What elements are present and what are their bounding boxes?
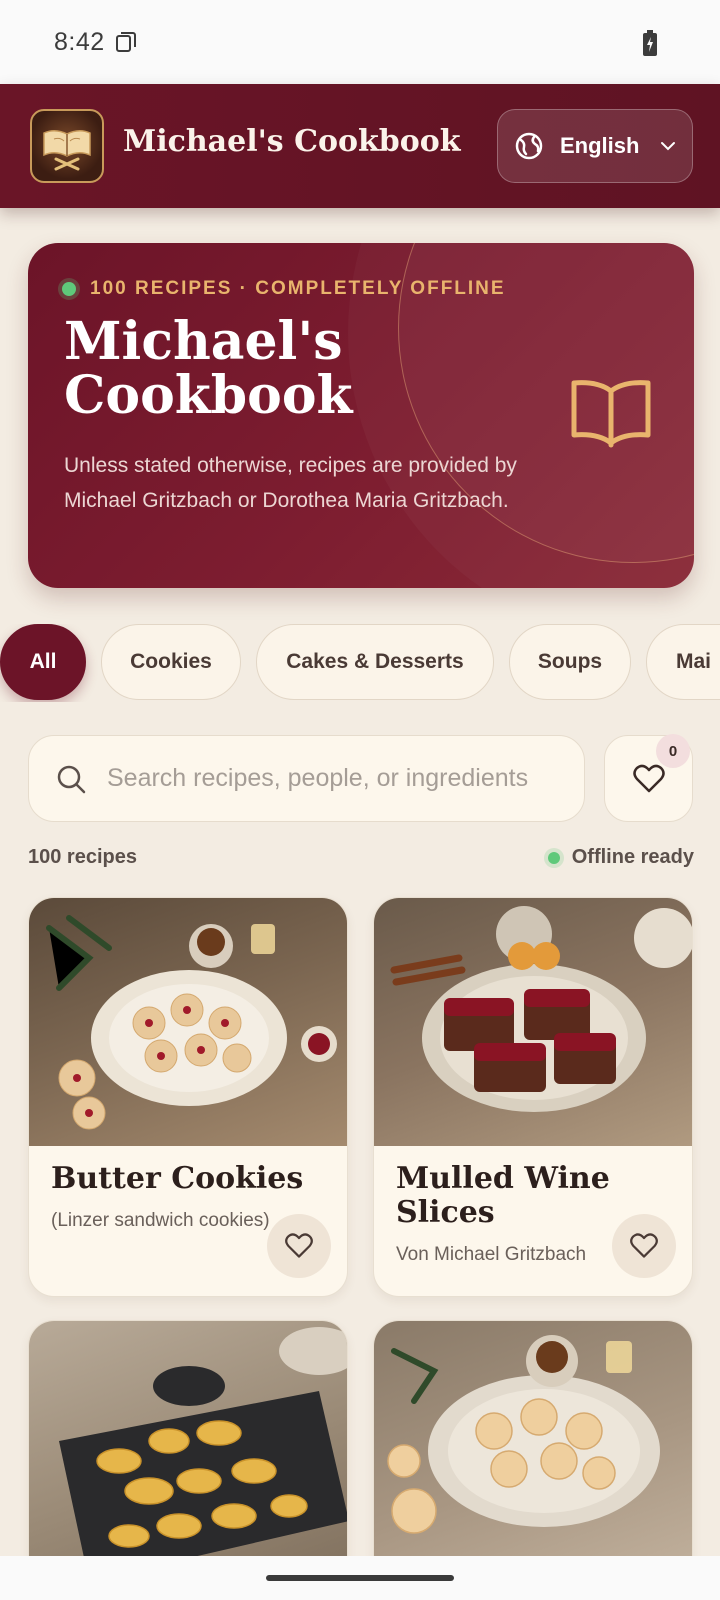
chip-cookies[interactable]: Cookies [101,624,241,700]
open-book-icon [571,380,651,448]
battery-icon [643,30,657,56]
hero-banner: 100 RECIPES · COMPLETELY OFFLINE Michael… [28,243,694,588]
hero-title: Michael's Cookbook [64,311,353,426]
chip-all[interactable]: All [0,624,86,700]
app-title: Michael's Cookbook [123,124,461,159]
favorite-toggle[interactable] [612,1214,676,1278]
chip-cakes-desserts[interactable]: Cakes & Desserts [256,624,494,700]
online-dot-icon [547,851,560,864]
recipe-count: 100 recipes [28,846,137,868]
search-icon [57,765,86,793]
hero-badge-text: 100 RECIPES · COMPLETELY OFFLINE [90,278,506,299]
hero-badge: 100 RECIPES · COMPLETELY OFFLINE [62,278,506,300]
category-chips: All Cookies Cakes & Desserts Soups Mai [0,624,720,702]
recipe-image-butter-cookies [29,898,347,1146]
recipe-title: Butter Cookies [51,1161,304,1196]
heart-icon [285,1233,313,1258]
chevron-down-icon [661,142,676,151]
favorite-toggle[interactable] [267,1214,331,1278]
chip-main[interactable]: Mai [646,624,720,700]
search-box [28,735,585,822]
recipe-subtitle: (Linzer sandwich cookies) [51,1210,270,1231]
heart-icon [630,1233,658,1258]
notification-icon [115,32,136,52]
online-dot-icon [62,282,76,296]
language-selector[interactable]: English [497,109,693,183]
system-navigation-bar [0,1556,720,1600]
cookbook-logo-icon [30,109,104,183]
recipe-subtitle: Von Michael Gritzbach [396,1244,587,1265]
home-gesture-handle[interactable] [266,1575,454,1581]
hero-description: Unless stated otherwise, recipes are pro… [64,454,517,512]
recipe-card[interactable]: Mulled Wine Slices Von Michael Gritzbach [373,897,693,1297]
language-label: English [560,133,640,158]
app-header: Michael's Cookbook English [0,84,720,208]
offline-status-label: Offline ready [571,846,694,868]
chip-soups[interactable]: Soups [509,624,631,700]
status-time: 8:42 [54,27,105,56]
recipe-card[interactable]: Butter Cookies (Linzer sandwich cookies) [28,897,348,1297]
favorites-count-badge: 0 [656,734,690,768]
status-bar: 8:42 [0,0,720,84]
search-input[interactable] [107,764,537,793]
offline-status: Offline ready [547,846,694,869]
globe-icon [515,132,543,160]
recipe-image-mulled-wine-slices [374,898,692,1146]
heart-icon [632,764,665,792]
